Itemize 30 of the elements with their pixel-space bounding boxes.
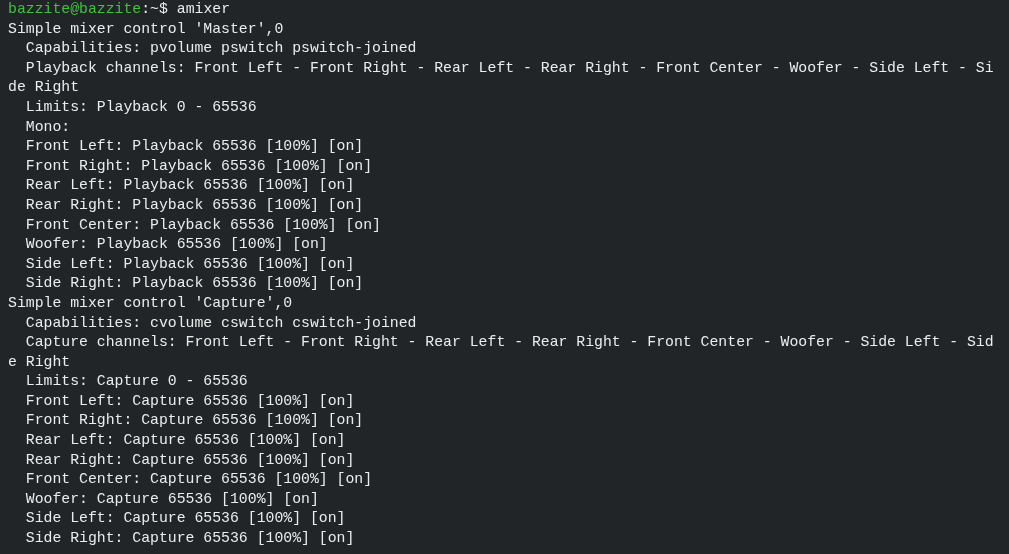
output-line: de Right xyxy=(8,79,80,96)
prompt-path: :~$ xyxy=(141,1,168,17)
output-line: Limits: Capture 0 - 65536 xyxy=(24,373,248,390)
output-line: Front Right: Capture 65536 [100%] [on] xyxy=(24,412,364,429)
output-line: Simple mixer control 'Capture',0 xyxy=(8,294,293,311)
command-text: amixer xyxy=(176,1,231,17)
output-line: Side Right: Capture 65536 [100%] [on] xyxy=(24,530,355,547)
output-line: Woofer: Playback 65536 [100%] [on] xyxy=(24,236,328,253)
output-line: Limits: Playback 0 - 65536 xyxy=(24,98,257,115)
output-line: Front Right: Playback 65536 [100%] [on] xyxy=(24,157,373,174)
output-line: e Right xyxy=(8,353,71,370)
output-line: Front Left: Playback 65536 [100%] [on] xyxy=(24,138,364,155)
output-line: Woofer: Capture 65536 [100%] [on] xyxy=(24,490,319,507)
output-line: Front Left: Capture 65536 [100%] [on] xyxy=(24,392,355,409)
output-line: Side Left: Playback 65536 [100%] [on] xyxy=(24,255,355,272)
output-line: Simple mixer control 'Master',0 xyxy=(8,20,284,37)
output-line: Capabilities: cvolume cswitch cswitch-joined xyxy=(24,314,417,331)
output-line: Rear Left: Capture 65536 [100%] [on] xyxy=(24,432,346,449)
output-line: Side Right: Playback 65536 [100%] [on] xyxy=(24,275,364,292)
output-line: Front Center: Playback 65536 [100%] [on] xyxy=(24,216,381,233)
output-line: Capture channels: Front Left - Front Right - Rear Left - Rear Right - Front Center - Woofer - Side Left - Sid xyxy=(24,334,994,351)
output-line: Mono: xyxy=(24,118,71,135)
prompt-user-host: bazzite@bazzite xyxy=(8,1,142,17)
output-line: Rear Right: Capture 65536 [100%] [on] xyxy=(24,451,355,468)
output-line: Rear Left: Playback 65536 [100%] [on] xyxy=(24,177,355,194)
output-line: Side Left: Capture 65536 [100%] [on] xyxy=(24,510,346,527)
output-line: Playback channels: Front Left - Front Right - Rear Left - Rear Right - Front Center - Woofer - Side Left - Si xyxy=(24,59,994,76)
output-line: Capabilities: pvolume pswitch pswitch-joined xyxy=(24,40,417,57)
output-line: Front Center: Capture 65536 [100%] [on] xyxy=(24,471,373,488)
output-line: Rear Right: Playback 65536 [100%] [on] xyxy=(24,196,364,213)
